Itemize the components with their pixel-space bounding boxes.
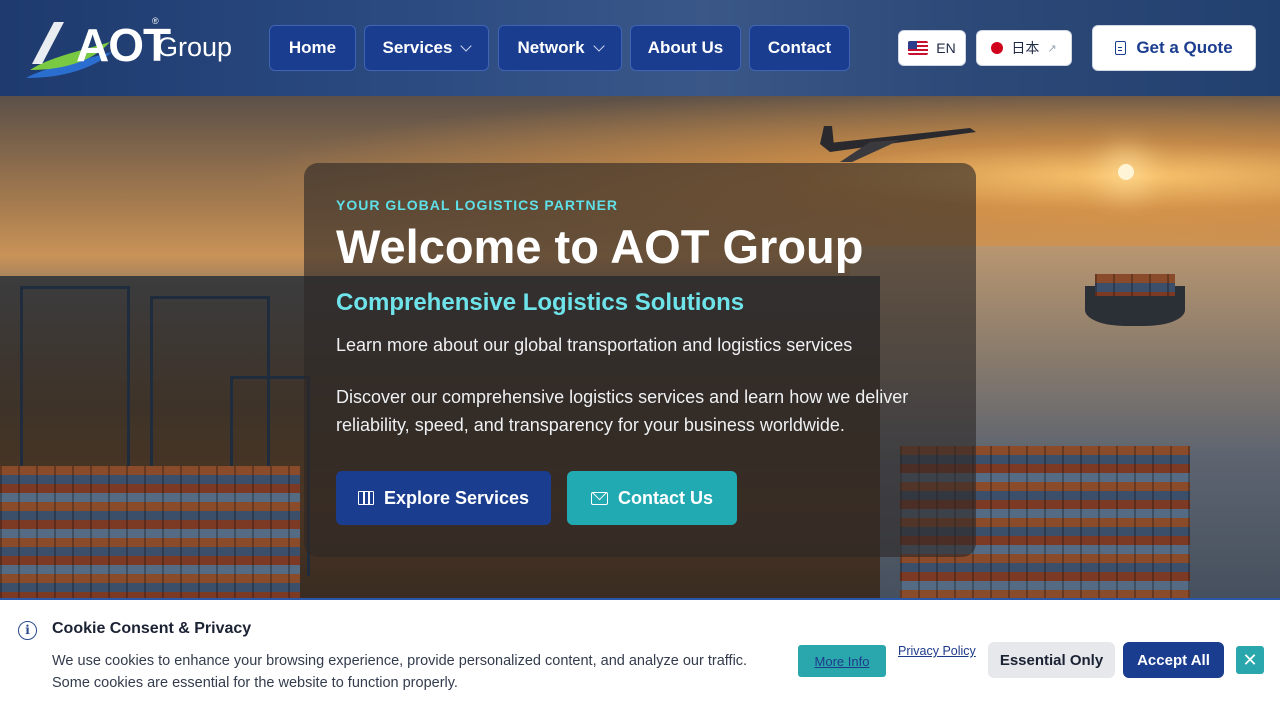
explore-services-label: Explore Services bbox=[383, 487, 530, 508]
map-icon bbox=[357, 491, 374, 505]
external-link-icon: ↗ bbox=[1047, 42, 1057, 55]
hero-section: YOUR GLOBAL LOGISTICS PARTNER Welcome to… bbox=[0, 96, 1280, 598]
contact-us-label: Contact Us bbox=[617, 487, 713, 508]
close-icon[interactable]: ✕ bbox=[1236, 646, 1264, 674]
cookie-text-line: We use cookies to enhance your browsing … bbox=[52, 653, 748, 669]
language-en-label: EN bbox=[936, 40, 956, 56]
logo-subtext: Group bbox=[157, 32, 233, 62]
airplane-icon bbox=[820, 126, 976, 162]
cookie-consent-banner: i Cookie Consent & Privacy We use cookie… bbox=[0, 598, 1280, 720]
nav-services-label: Services bbox=[382, 38, 453, 57]
mail-icon bbox=[590, 491, 608, 505]
contact-us-button[interactable]: Contact Us bbox=[567, 471, 737, 525]
cookie-description: We use cookies to enhance your browsing … bbox=[52, 650, 782, 694]
site-header: AOT ® Group Home Services Network About … bbox=[0, 0, 1280, 96]
nav-home[interactable]: Home bbox=[269, 25, 356, 71]
nav-contact-label: Contact bbox=[767, 38, 832, 57]
cookie-title: Cookie Consent & Privacy bbox=[52, 620, 252, 637]
explore-services-button[interactable]: Explore Services bbox=[336, 471, 551, 525]
chevron-down-icon bbox=[592, 39, 605, 52]
info-icon: i bbox=[18, 621, 37, 640]
hero-tagline: Learn more about our global transportati… bbox=[336, 335, 853, 355]
hero-card: YOUR GLOBAL LOGISTICS PARTNER Welcome to… bbox=[304, 163, 976, 557]
jp-flag-icon bbox=[991, 42, 1004, 54]
essential-only-button[interactable]: Essential Only bbox=[988, 642, 1115, 678]
language-en-button[interactable]: EN bbox=[898, 30, 966, 66]
logo-registered-mark: ® bbox=[152, 16, 159, 26]
chevron-down-icon bbox=[460, 39, 473, 52]
hero-subtitle: Comprehensive Logistics Solutions bbox=[336, 289, 745, 316]
aot-group-logo[interactable]: AOT ® Group bbox=[24, 12, 234, 82]
hero-description: Discover our comprehensive logistics ser… bbox=[336, 387, 909, 435]
nav-contact[interactable]: Contact bbox=[749, 25, 850, 71]
document-icon bbox=[1115, 41, 1127, 55]
more-info-button[interactable]: More Info bbox=[798, 645, 886, 677]
us-flag-icon bbox=[908, 41, 929, 55]
nav-about-us-label: About Us bbox=[647, 38, 724, 57]
nav-home-label: Home bbox=[288, 38, 337, 57]
cookie-text-line: Some cookies are essential for the websi… bbox=[52, 675, 458, 691]
privacy-policy-link[interactable]: Privacy Policy bbox=[898, 644, 976, 658]
containers-decoration bbox=[1095, 274, 1175, 296]
containers-decoration bbox=[0, 466, 300, 598]
logo-wordmark: AOT bbox=[76, 19, 171, 71]
get-a-quote-button[interactable]: Get a Quote bbox=[1092, 25, 1256, 71]
language-jp-label: 日本 bbox=[1011, 40, 1040, 56]
language-jp-link[interactable]: 日本 ↗ bbox=[976, 30, 1072, 66]
nav-network[interactable]: Network bbox=[498, 25, 622, 71]
sun-decoration bbox=[1118, 164, 1134, 180]
get-a-quote-label: Get a Quote bbox=[1136, 38, 1233, 57]
accept-all-button[interactable]: Accept All bbox=[1123, 642, 1224, 678]
hero-kicker: YOUR GLOBAL LOGISTICS PARTNER bbox=[336, 197, 619, 213]
nav-network-label: Network bbox=[517, 38, 585, 57]
nav-about-us[interactable]: About Us bbox=[630, 25, 741, 71]
hero-title: Welcome to AOT Group bbox=[336, 220, 864, 273]
nav-services[interactable]: Services bbox=[364, 25, 489, 71]
